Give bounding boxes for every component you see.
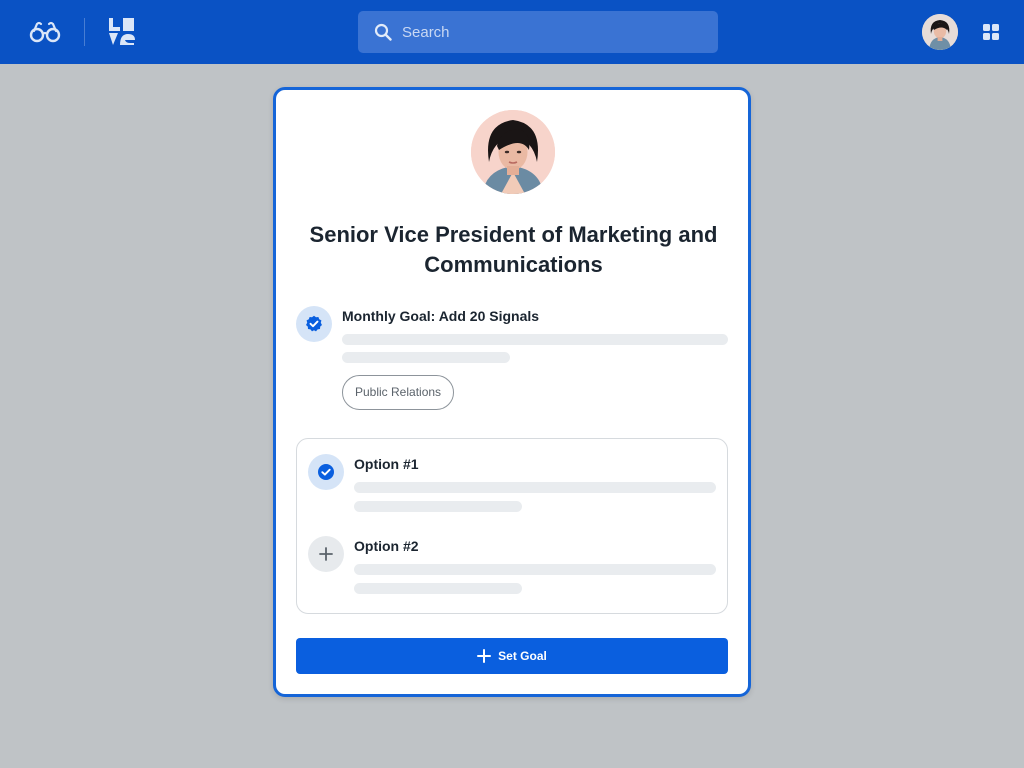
goal-title: Monthly Goal: Add 20 Signals bbox=[342, 308, 540, 324]
goal-card: Senior Vice President of Marketing and C… bbox=[273, 87, 751, 697]
option-1-description-placeholder bbox=[354, 501, 522, 512]
user-portrait bbox=[922, 14, 958, 50]
options-list: Option #1 Option #2 bbox=[296, 438, 728, 614]
set-goal-label: Set Goal bbox=[498, 649, 547, 663]
option-2-title: Option #2 bbox=[354, 538, 419, 554]
search-icon bbox=[374, 23, 392, 41]
set-goal-button[interactable]: Set Goal bbox=[296, 638, 728, 674]
public-relations-tag[interactable]: Public Relations bbox=[342, 375, 455, 410]
topbar-divider bbox=[84, 18, 85, 46]
glasses-icon[interactable] bbox=[28, 20, 62, 44]
option-2-add-toggle[interactable] bbox=[308, 536, 344, 572]
apps-grid-icon[interactable] bbox=[983, 24, 999, 40]
option-1-description-placeholder bbox=[354, 482, 716, 493]
option-1-selected-toggle[interactable] bbox=[308, 454, 344, 490]
user-avatar[interactable] bbox=[922, 14, 958, 50]
search-input[interactable] bbox=[402, 11, 702, 53]
logo-mark-icon[interactable] bbox=[108, 17, 136, 47]
goal-description-placeholder bbox=[342, 334, 728, 345]
check-badge-icon bbox=[306, 315, 322, 332]
option-2-description-placeholder bbox=[354, 564, 716, 575]
check-circle-icon bbox=[318, 464, 334, 480]
top-navigation-bar bbox=[0, 0, 1024, 64]
goal-description-placeholder bbox=[342, 352, 510, 363]
plus-icon bbox=[319, 547, 333, 561]
goal-status-badge bbox=[296, 306, 332, 342]
plus-icon bbox=[477, 649, 492, 663]
option-2-description-placeholder bbox=[354, 583, 522, 594]
search-bar[interactable] bbox=[358, 11, 718, 53]
option-1-title: Option #1 bbox=[354, 456, 419, 472]
role-title: Senior Vice President of Marketing and C… bbox=[309, 222, 718, 277]
profile-portrait bbox=[471, 110, 555, 194]
profile-avatar bbox=[471, 110, 555, 194]
